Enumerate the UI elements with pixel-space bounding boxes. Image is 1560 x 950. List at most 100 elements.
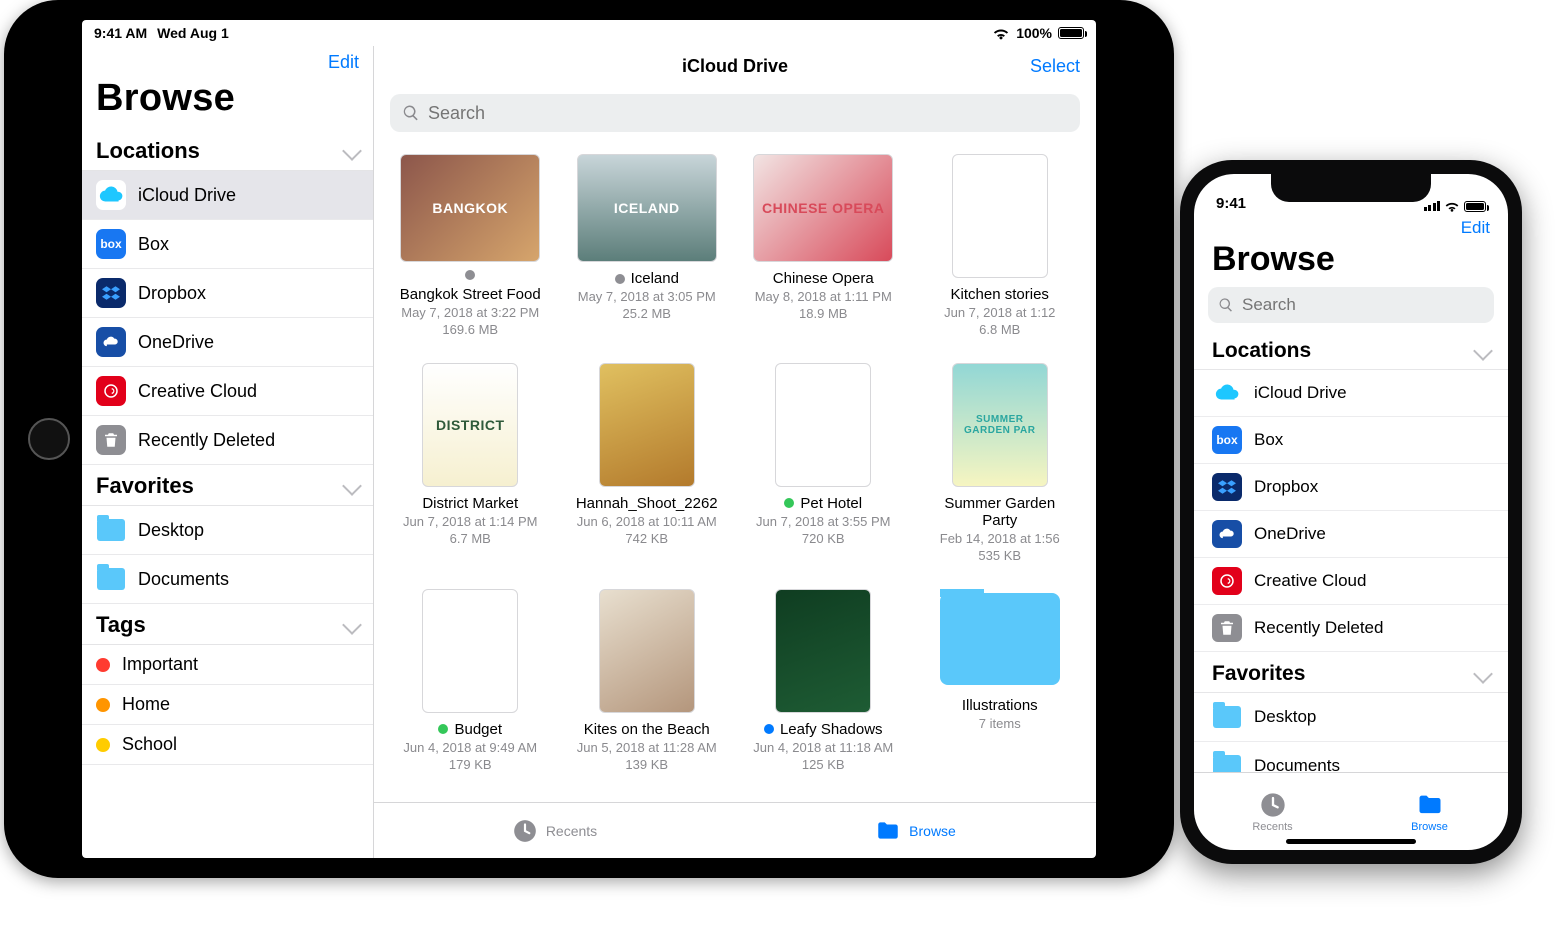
file-name: Leafy Shadows <box>780 721 883 738</box>
ipad-tab-bar: Recents Browse <box>374 802 1096 858</box>
favorites-header[interactable]: Favorites <box>82 465 373 506</box>
tag-dot-icon <box>465 270 475 280</box>
file-item[interactable]: BudgetJun 4, 2018 at 9:49 AM179 KB <box>396 589 545 772</box>
sidebar-item-desktop[interactable]: Desktop <box>82 506 373 555</box>
file-name: Kitchen stories <box>951 286 1049 303</box>
sidebar-item-dropbox[interactable]: Dropbox <box>82 269 373 318</box>
file-name: Kites on the Beach <box>584 721 710 738</box>
sidebar-item-dropbox[interactable]: Dropbox <box>1194 464 1508 511</box>
file-item[interactable]: Kites on the BeachJun 5, 2018 at 11:28 A… <box>573 589 722 772</box>
tab-browse[interactable]: Browse <box>735 803 1096 858</box>
tag-school[interactable]: School <box>82 725 373 765</box>
file-name: Hannah_Shoot_2262 <box>576 495 718 512</box>
tags-header[interactable]: Tags <box>82 604 373 645</box>
file-item[interactable]: BANGKOKBangkok Street FoodMay 7, 2018 at… <box>396 154 545 337</box>
file-thumbnail <box>775 589 871 713</box>
sidebar-item-desktop[interactable]: Desktop <box>1194 693 1508 742</box>
file-thumbnail <box>952 154 1048 278</box>
file-date: Feb 14, 2018 at 1:56 <box>940 531 1060 548</box>
chevron-down-icon <box>342 141 362 161</box>
status-time: 9:41 <box>1216 195 1246 212</box>
tab-recents-label: Recents <box>1252 821 1292 833</box>
file-item[interactable]: Kitchen storiesJun 7, 2018 at 1:126.8 MB <box>926 154 1075 337</box>
sidebar-item-label: OneDrive <box>138 332 214 353</box>
sidebar-item-box[interactable]: boxBox <box>82 220 373 269</box>
sidebar-item-label: Documents <box>1254 756 1340 772</box>
search-input[interactable] <box>428 103 1068 124</box>
sidebar-item-label: Desktop <box>1254 707 1316 727</box>
sidebar-item-label: iCloud Drive <box>1254 383 1347 403</box>
sidebar-item-label: Creative Cloud <box>1254 571 1366 591</box>
tab-recents[interactable]: Recents <box>374 803 735 858</box>
status-time: 9:41 AM <box>94 25 147 41</box>
iphone-notch <box>1271 174 1431 202</box>
folder-icon <box>1416 791 1444 819</box>
cellular-icon <box>1424 201 1441 211</box>
sidebar-item-recently-deleted[interactable]: Recently Deleted <box>1194 605 1508 652</box>
sidebar-item-icloud-drive[interactable]: iCloud Drive <box>1194 370 1508 417</box>
search-icon <box>402 104 420 122</box>
tag-dot-icon <box>784 498 794 508</box>
sidebar-item-creative-cloud[interactable]: Creative Cloud <box>1194 558 1508 605</box>
sidebar-item-icloud-drive[interactable]: iCloud Drive <box>82 171 373 220</box>
file-name: Budget <box>454 721 502 738</box>
file-item[interactable]: Illustrations7 items <box>926 589 1075 772</box>
favorites-header[interactable]: Favorites <box>1194 652 1508 693</box>
file-item[interactable]: DISTRICTDistrict MarketJun 7, 2018 at 1:… <box>396 363 545 563</box>
favorites-header-label: Favorites <box>96 473 194 499</box>
tag-home[interactable]: Home <box>82 685 373 725</box>
content-title: iCloud Drive <box>374 56 1096 77</box>
file-item[interactable]: Leafy ShadowsJun 4, 2018 at 11:18 AM125 … <box>749 589 898 772</box>
file-size: 720 KB <box>802 531 845 546</box>
iphone-list[interactable]: Locations iCloud Drive boxBoxDropboxOneDr… <box>1194 329 1508 772</box>
sidebar-item-documents[interactable]: Documents <box>1194 742 1508 772</box>
file-date: Jun 4, 2018 at 11:18 AM <box>753 740 893 757</box>
wifi-icon <box>992 26 1010 40</box>
ipad-screen: 9:41 AM Wed Aug 1 100% Edit Browse Locat… <box>82 20 1096 858</box>
ipad-home-button[interactable] <box>28 418 70 460</box>
home-indicator[interactable] <box>1286 839 1416 844</box>
sidebar-item-documents[interactable]: Documents <box>82 555 373 604</box>
search-input[interactable] <box>1242 295 1484 315</box>
file-item[interactable]: Pet HotelJun 7, 2018 at 3:55 PM720 KB <box>749 363 898 563</box>
file-size: 535 KB <box>978 548 1021 563</box>
file-thumbnail: SUMMER GARDEN PAR <box>952 363 1048 487</box>
file-item[interactable]: Hannah_Shoot_2262Jun 6, 2018 at 10:11 AM… <box>573 363 722 563</box>
sidebar-item-creative-cloud[interactable]: Creative Cloud <box>82 367 373 416</box>
file-name: Pet Hotel <box>800 495 862 512</box>
edit-button[interactable]: Edit <box>1461 218 1490 238</box>
file-item[interactable]: ICELANDIcelandMay 7, 2018 at 3:05 PM25.2… <box>573 154 722 337</box>
tab-browse-label: Browse <box>909 823 956 839</box>
chevron-down-icon <box>342 615 362 635</box>
file-date: Jun 7, 2018 at 1:12 <box>944 305 1055 322</box>
chevron-down-icon <box>1473 341 1493 361</box>
sidebar-item-box[interactable]: boxBox <box>1194 417 1508 464</box>
battery-icon <box>1464 201 1486 212</box>
browse-title: Browse <box>1194 238 1508 287</box>
browse-title: Browse <box>82 73 373 130</box>
file-item[interactable]: CHINESE OPERAChinese OperaMay 8, 2018 at… <box>749 154 898 337</box>
search-field[interactable] <box>390 94 1080 132</box>
wifi-icon <box>1444 200 1460 212</box>
file-name: Iceland <box>631 270 679 287</box>
sidebar-item-onedrive[interactable]: OneDrive <box>82 318 373 367</box>
file-grid[interactable]: BANGKOKBangkok Street FoodMay 7, 2018 at… <box>374 136 1096 802</box>
search-field[interactable] <box>1208 287 1494 323</box>
file-size: 742 KB <box>625 531 668 546</box>
file-size: 18.9 MB <box>799 306 847 321</box>
file-thumbnail: BANGKOK <box>400 154 540 262</box>
tab-recents-label: Recents <box>546 823 597 839</box>
locations-header[interactable]: Locations <box>82 130 373 171</box>
file-thumbnail: DISTRICT <box>422 363 518 487</box>
file-item[interactable]: SUMMER GARDEN PARSummer Garden PartyFeb … <box>926 363 1075 563</box>
file-name: Illustrations <box>962 697 1038 714</box>
sidebar-item-label: Box <box>138 234 169 255</box>
tag-dot-icon <box>96 738 110 752</box>
sidebar-item-onedrive[interactable]: OneDrive <box>1194 511 1508 558</box>
sidebar-item-label: Recently Deleted <box>138 430 275 451</box>
tag-important[interactable]: Important <box>82 645 373 685</box>
sidebar-item-recently-deleted[interactable]: Recently Deleted <box>82 416 373 465</box>
locations-header[interactable]: Locations <box>1194 329 1508 370</box>
tags-header-label: Tags <box>96 612 146 638</box>
edit-button[interactable]: Edit <box>328 52 359 73</box>
